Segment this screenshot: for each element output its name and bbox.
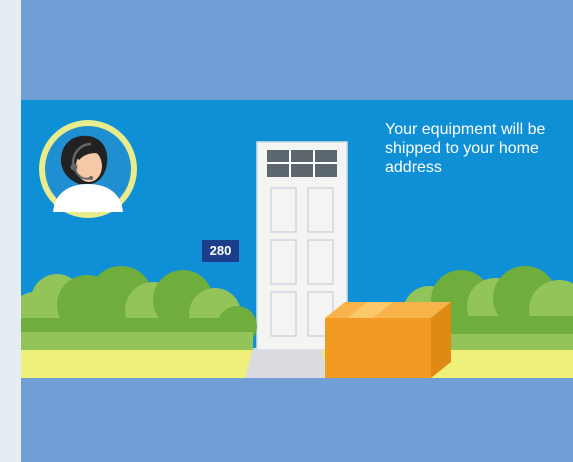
- house-number-plate: 280: [202, 240, 239, 262]
- support-agent-headset-icon: [39, 120, 137, 218]
- bottom-panel: [21, 378, 573, 462]
- shipping-box-illustration: [325, 302, 451, 378]
- top-panel: [21, 0, 573, 100]
- front-step: [245, 348, 329, 378]
- left-rail: [0, 0, 21, 462]
- shipping-caption: Your equipment will be shipped to your h…: [385, 121, 546, 176]
- shipping-illustration: Your equipment will be shipped to your h…: [21, 100, 573, 378]
